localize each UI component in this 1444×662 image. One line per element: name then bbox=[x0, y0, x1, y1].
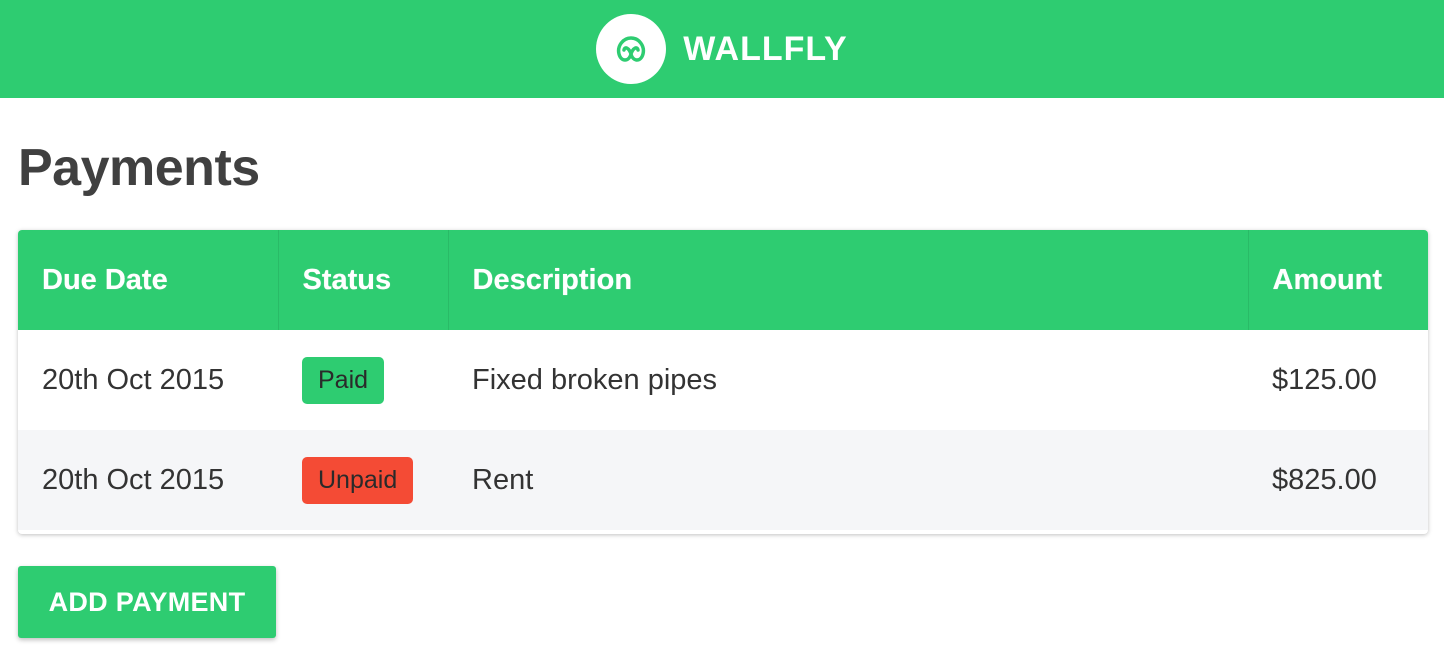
description-cell: Rent bbox=[472, 463, 534, 496]
status-cell: Paid bbox=[278, 330, 448, 430]
status-badge: Paid bbox=[302, 356, 385, 404]
column-header-description[interactable]: Description bbox=[448, 230, 1249, 330]
description-cell: Fixed broken pipes bbox=[472, 363, 718, 396]
status-badge: Unpaid bbox=[302, 456, 414, 504]
table-row[interactable]: 20th Oct 2015 Paid Fixed broken pipes $1… bbox=[18, 330, 1428, 430]
amount-cell: $825.00 bbox=[1272, 463, 1377, 496]
top-nav-bar: WALLFLY bbox=[0, 0, 1444, 98]
table-row[interactable]: 20th Oct 2015 Unpaid Rent $825.00 bbox=[18, 430, 1428, 530]
due-date-cell: 20th Oct 2015 bbox=[42, 363, 225, 396]
add-payment-button[interactable]: ADD PAYMENT bbox=[18, 566, 276, 638]
payments-table: Due Date Status Description Amount 20th … bbox=[18, 230, 1428, 530]
payments-table-card: Due Date Status Description Amount 20th … bbox=[18, 230, 1428, 534]
column-header-amount[interactable]: Amount bbox=[1248, 230, 1428, 330]
column-header-due-date[interactable]: Due Date bbox=[18, 230, 279, 330]
brand[interactable]: WALLFLY bbox=[596, 14, 847, 84]
table-header-row: Due Date Status Description Amount bbox=[18, 230, 1428, 330]
brand-name: WALLFLY bbox=[683, 29, 848, 68]
page-title: Payments bbox=[18, 139, 260, 197]
amount-cell: $125.00 bbox=[1272, 363, 1377, 396]
status-cell: Unpaid bbox=[278, 430, 448, 530]
column-header-status[interactable]: Status bbox=[278, 230, 449, 330]
due-date-cell: 20th Oct 2015 bbox=[42, 463, 225, 496]
wallfly-logo-icon bbox=[596, 14, 667, 84]
